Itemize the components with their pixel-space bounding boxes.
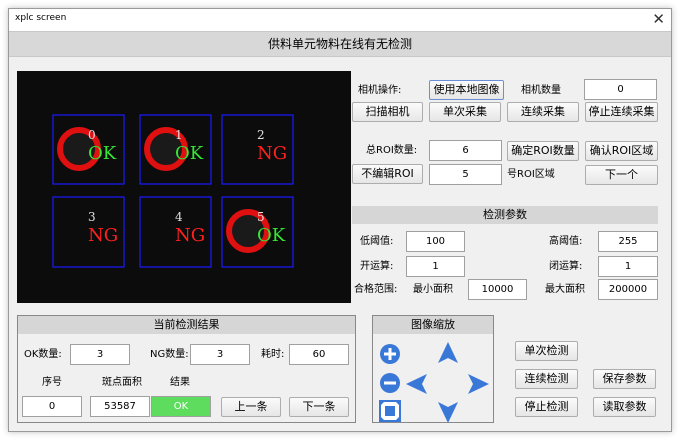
closing-field[interactable]: 1 xyxy=(598,256,658,277)
fit-screen-icon[interactable] xyxy=(379,400,401,422)
ng-count-label: NG数量: xyxy=(150,349,189,360)
roi-box-3: 3NG xyxy=(52,196,125,268)
roi-index-label: 3 xyxy=(88,210,96,224)
opening-label: 开运算: xyxy=(360,261,394,272)
min-area-field[interactable]: 10000 xyxy=(468,279,527,300)
total-roi-label: 总ROI数量: xyxy=(366,145,418,156)
next-roi-button[interactable]: 下一个 xyxy=(585,165,658,185)
roi-box-2: 2NG xyxy=(221,114,294,185)
camera-ops-label: 相机操作: xyxy=(358,85,402,96)
camera-count-field[interactable]: 0 xyxy=(584,79,657,100)
max-area-field[interactable]: 200000 xyxy=(598,279,658,300)
max-area-label: 最大面积 xyxy=(545,284,585,295)
scan-camera-button[interactable]: 扫描相机 xyxy=(352,102,423,122)
roi-index-label: 0 xyxy=(88,128,96,142)
opening-field[interactable]: 1 xyxy=(406,256,465,277)
roi-result-label: OK xyxy=(175,143,204,164)
save-params-button[interactable]: 保存参数 xyxy=(593,369,656,389)
closing-label: 闭运算: xyxy=(549,261,583,272)
roi-box-1: 1OK xyxy=(139,114,212,185)
roi-result-label: NG xyxy=(175,225,205,246)
single-detect-button[interactable]: 单次检测 xyxy=(515,341,578,361)
roi-index-label: 1 xyxy=(175,128,183,142)
roi-index-label: 5 xyxy=(257,210,265,224)
zoom-in-icon[interactable] xyxy=(379,343,401,365)
qualified-range-label: 合格范围: xyxy=(354,284,398,295)
time-cost-field[interactable]: 60 xyxy=(289,344,349,365)
window-title: xplc screen xyxy=(15,13,67,23)
roi-result-label: OK xyxy=(88,143,117,164)
low-threshold-label: 低阈值: xyxy=(360,236,394,247)
roi-index-label: 2 xyxy=(257,128,265,142)
ok-count-label: OK数量: xyxy=(24,349,62,360)
arrow-right-icon[interactable] xyxy=(466,373,490,395)
continuous-detect-button[interactable]: 连续检测 xyxy=(515,369,578,389)
stop-continuous-capture-button[interactable]: 停止连续采集 xyxy=(585,102,658,122)
roi-region-number-field[interactable]: 5 xyxy=(429,164,502,185)
roi-box-0: 0OK xyxy=(52,114,125,185)
arrow-down-icon[interactable] xyxy=(437,400,459,424)
read-params-button[interactable]: 读取参数 xyxy=(593,397,656,417)
total-roi-field[interactable]: 6 xyxy=(429,140,502,161)
ok-count-field[interactable]: 3 xyxy=(70,344,130,365)
close-icon[interactable]: ✕ xyxy=(652,10,665,28)
arrow-left-icon[interactable] xyxy=(405,373,429,395)
camera-view[interactable]: 0 OK 1 OK 2 NG 3 NG 4 NG 5 OK xyxy=(17,71,351,303)
col-result-header: 结果 xyxy=(170,377,190,388)
continuous-capture-button[interactable]: 连续采集 xyxy=(507,102,579,122)
result-status-field: OK xyxy=(151,396,211,417)
use-local-image-button[interactable]: 使用本地图像 xyxy=(429,80,504,100)
roi-result-label: OK xyxy=(257,225,286,246)
no-edit-roi-button[interactable]: 不编辑ROI xyxy=(352,164,423,184)
zoom-panel: 图像缩放 xyxy=(372,315,494,423)
confirm-roi-region-button[interactable]: 确认ROI区域 xyxy=(585,141,658,161)
result-index-field[interactable]: 0 xyxy=(22,396,82,417)
roi-result-label: NG xyxy=(257,143,287,164)
page-title: 供料单元物料在线有无检测 xyxy=(9,31,671,57)
roi-box-4: 4NG xyxy=(139,196,212,268)
arrow-up-icon[interactable] xyxy=(437,341,459,365)
high-threshold-label: 高阈值: xyxy=(549,236,583,247)
current-result-title: 当前检测结果 xyxy=(18,316,355,334)
camera-image: 0OK1OK2NG3NG4NG5OK xyxy=(52,114,294,268)
roi-index-label: 4 xyxy=(175,210,183,224)
current-result-panel: 当前检测结果 OK数量: 3 NG数量: 3 耗时: 60 序号 斑点面积 结果… xyxy=(17,315,356,423)
stop-detect-button[interactable]: 停止检测 xyxy=(515,397,578,417)
result-area-field[interactable]: 53587 xyxy=(90,396,150,417)
zoom-title: 图像缩放 xyxy=(373,316,493,334)
high-threshold-field[interactable]: 255 xyxy=(598,231,658,252)
previous-record-button[interactable]: 上一条 xyxy=(221,397,281,417)
confirm-roi-count-button[interactable]: 确定ROI数量 xyxy=(507,141,579,161)
camera-count-label: 相机数量 xyxy=(521,85,561,96)
detection-params-title: 检测参数 xyxy=(352,206,658,224)
roi-region-suffix-label: 号ROI区域 xyxy=(507,169,555,180)
col-area-header: 斑点面积 xyxy=(102,377,142,388)
roi-box-5: 5OK xyxy=(221,196,294,268)
min-area-label: 最小面积 xyxy=(413,284,453,295)
roi-result-label: NG xyxy=(88,225,118,246)
single-capture-button[interactable]: 单次采集 xyxy=(429,102,501,122)
col-index-header: 序号 xyxy=(42,377,62,388)
next-record-button[interactable]: 下一条 xyxy=(289,397,349,417)
zoom-out-icon[interactable] xyxy=(379,372,401,394)
time-cost-label: 耗时: xyxy=(261,349,285,360)
app-window: xplc screen ✕ 供料单元物料在线有无检测 0 OK 1 OK 2 NG 3 NG 4… xyxy=(8,8,672,432)
low-threshold-field[interactable]: 100 xyxy=(406,231,465,252)
ng-count-field[interactable]: 3 xyxy=(190,344,250,365)
title-bar: xplc screen ✕ xyxy=(9,9,671,31)
